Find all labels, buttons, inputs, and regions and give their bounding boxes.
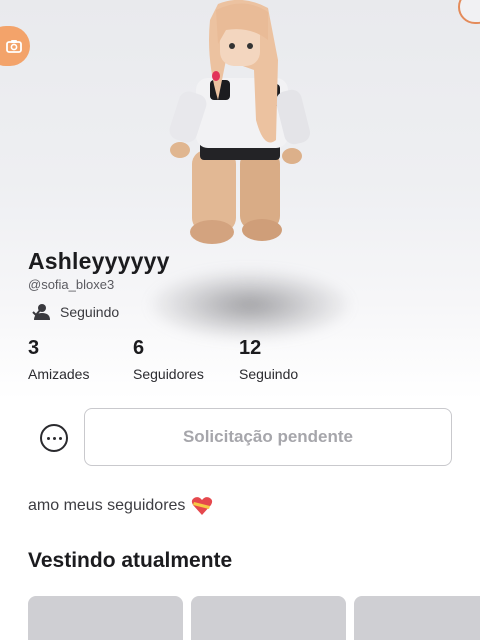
top-right-button[interactable] (458, 0, 480, 24)
display-name: Ashleyyyyyy (28, 248, 170, 274)
avatar-shadow (150, 270, 350, 340)
wearing-item[interactable] (191, 596, 346, 640)
username: @sofia_bloxe3 (28, 277, 115, 292)
bio: amo meus seguidores (28, 496, 213, 516)
stat-followers[interactable]: 6 Seguidores (133, 337, 204, 382)
friends-count: 3 (28, 337, 40, 359)
wearing-item[interactable] (28, 596, 183, 640)
more-dot (52, 436, 56, 440)
avatar-3d-render (169, 0, 311, 244)
following-person-icon (32, 304, 50, 320)
stat-following[interactable]: 12 Seguindo (239, 337, 298, 382)
camera-icon (6, 40, 22, 53)
followers-count: 6 (133, 337, 145, 359)
more-options-button[interactable] (40, 424, 68, 452)
more-dot (58, 436, 62, 440)
currently-wearing-list (28, 596, 480, 640)
camera-button[interactable] (0, 26, 30, 66)
following-label: Seguindo (239, 366, 299, 382)
bio-text: amo meus seguidores (28, 497, 186, 514)
more-options-icon (46, 436, 50, 440)
following-count: 12 (239, 337, 262, 359)
wearing-item[interactable] (354, 596, 480, 640)
relationship-label: Seguindo (60, 304, 120, 320)
relationship-status: Seguindo (32, 303, 119, 321)
followers-label: Seguidores (133, 366, 204, 382)
friends-label: Amizades (28, 366, 90, 382)
pending-request-button[interactable]: Solicitação pendente (84, 408, 452, 466)
stat-friends[interactable]: 3 Amizades (28, 337, 89, 382)
heart-with-ribbon-icon (192, 497, 213, 515)
currently-wearing-title: Vestindo atualmente (28, 549, 233, 572)
